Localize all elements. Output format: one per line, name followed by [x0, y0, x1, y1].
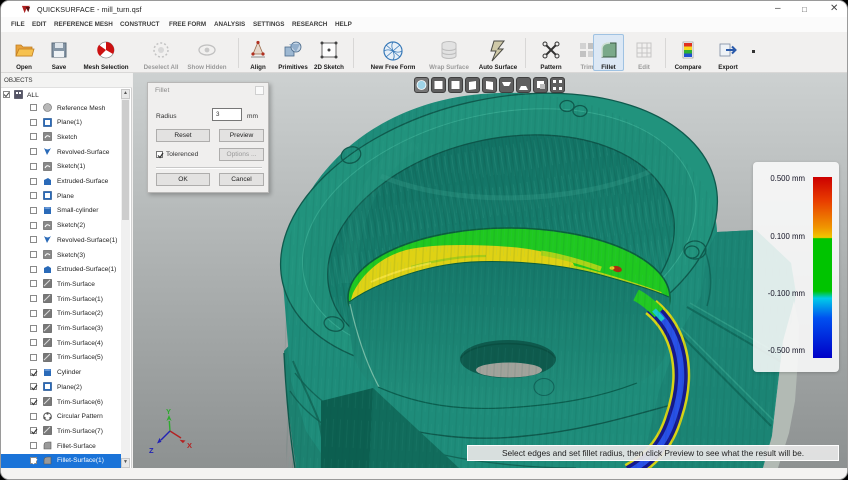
svg-text:Y: Y: [166, 407, 171, 416]
svg-text:X: X: [187, 441, 192, 450]
svg-text:Z: Z: [149, 446, 154, 455]
